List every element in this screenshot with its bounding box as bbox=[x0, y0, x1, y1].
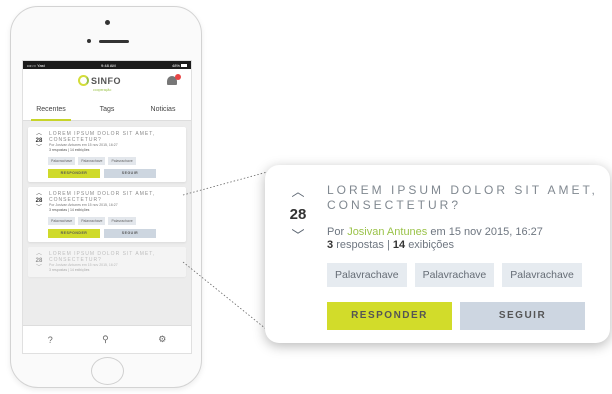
vote-count: 28 bbox=[35, 138, 43, 144]
tag-chip[interactable]: Palavrachave bbox=[78, 157, 106, 165]
battery-icon bbox=[180, 63, 187, 67]
tag-list: Palavrachave Palavrachave Palavrachave bbox=[48, 217, 182, 225]
tag-chip[interactable]: Palavrachave bbox=[414, 263, 495, 287]
tab-noticias[interactable]: Noticias bbox=[135, 101, 191, 120]
meta-prefix: Por bbox=[327, 226, 345, 238]
downvote-icon[interactable]: ﹀ bbox=[36, 145, 42, 151]
settings-icon[interactable]: ⚙ bbox=[158, 334, 166, 345]
app-logo: SINFO bbox=[78, 75, 121, 86]
question-title[interactable]: LOREM IPSUM DOLOR SIT AMET, CONSECTETUR? bbox=[49, 191, 182, 203]
phone-speaker bbox=[99, 40, 129, 43]
question-feed: ︿ 28 ﹀ LOREM IPSUM DOLOR SIT AMET, CONSE… bbox=[23, 121, 191, 288]
follow-button[interactable]: SEGUIR bbox=[104, 229, 156, 238]
question-actions: RESPONDER SEGUIR bbox=[327, 302, 585, 330]
meta-date: em 15 nov 2015, 16:27 bbox=[430, 226, 543, 238]
downvote-icon[interactable]: ﹀ bbox=[36, 205, 42, 211]
app-header: SINFO cooperação bbox=[23, 69, 191, 101]
question-stats: 3 respostas | 14 exibições bbox=[327, 239, 454, 251]
phone-camera bbox=[105, 20, 110, 25]
help-icon[interactable]: ? bbox=[48, 335, 53, 345]
upvote-icon[interactable]: ︿ bbox=[281, 185, 315, 199]
phone-frame: •••○○ Yast 9:48 AM 48% SINFO cooperação … bbox=[10, 6, 202, 388]
stats-divider: | bbox=[386, 239, 390, 251]
vote-count: 28 bbox=[35, 198, 43, 204]
search-icon[interactable]: ⚲ bbox=[102, 334, 109, 345]
downvote-icon[interactable]: ﹀ bbox=[36, 265, 42, 271]
vote-count: 28 bbox=[289, 206, 307, 223]
tag-chip[interactable]: Palavrachave bbox=[108, 157, 136, 165]
views-label: exibições bbox=[408, 239, 455, 251]
question-title[interactable]: LOREM IPSUM DOLOR SIT AMET, CONSECTETUR? bbox=[327, 183, 607, 213]
follow-button[interactable]: SEGUIR bbox=[460, 302, 585, 330]
home-button[interactable] bbox=[91, 357, 124, 385]
logo-subtitle: cooperação bbox=[93, 88, 112, 92]
question-title[interactable]: LOREM IPSUM DOLOR SIT AMET, CONSECTETUR? bbox=[49, 251, 182, 263]
vote-control: ︿ 28 ﹀ bbox=[32, 251, 46, 273]
zoomed-question-card[interactable]: ︿ 28 ﹀ LOREM IPSUM DOLOR SIT AMET, CONSE… bbox=[265, 165, 610, 343]
tab-bar: Recentes Tags Noticias bbox=[23, 101, 191, 121]
tag-chip[interactable]: Palavrachave bbox=[502, 263, 582, 287]
reply-button[interactable]: RESPONDER bbox=[48, 169, 100, 178]
tag-list: Palavrachave Palavrachave Palavrachave bbox=[327, 263, 582, 287]
answers-label: respostas bbox=[336, 239, 384, 251]
phone-sensor bbox=[87, 39, 91, 43]
author-link[interactable]: Josivan Antunes bbox=[347, 226, 427, 238]
question-card[interactable]: ︿ 28 ﹀ LOREM IPSUM DOLOR SIT AMET, CONSE… bbox=[28, 247, 186, 277]
question-meta: Por Josivan Antunes em 15 nov 2015, 16:2… bbox=[327, 226, 543, 238]
logo-text: SINFO bbox=[91, 75, 122, 86]
follow-button[interactable]: SEGUIR bbox=[104, 169, 156, 178]
clock-label: 9:48 AM bbox=[101, 62, 116, 68]
stage: •••○○ Yast 9:48 AM 48% SINFO cooperação … bbox=[0, 0, 612, 394]
reply-button[interactable]: RESPONDER bbox=[327, 302, 452, 330]
tag-chip[interactable]: Palavrachave bbox=[108, 217, 136, 225]
downvote-icon[interactable]: ﹀ bbox=[281, 229, 315, 243]
phone-screen: •••○○ Yast 9:48 AM 48% SINFO cooperação … bbox=[22, 60, 192, 354]
logo-icon bbox=[78, 75, 89, 86]
tag-chip[interactable]: Palavrachave bbox=[78, 217, 106, 225]
vote-control: ︿ 28 ﹀ bbox=[32, 131, 46, 153]
tab-tags[interactable]: Tags bbox=[79, 101, 135, 120]
question-card[interactable]: ︿ 28 ﹀ LOREM IPSUM DOLOR SIT AMET, CONSE… bbox=[28, 187, 186, 242]
tab-recentes[interactable]: Recentes bbox=[23, 101, 79, 121]
tag-chip[interactable]: Palavrachave bbox=[48, 157, 76, 165]
tag-chip[interactable]: Palavrachave bbox=[327, 263, 407, 287]
notification-badge bbox=[175, 74, 181, 80]
question-stats: 3 respostas | 14 exibições bbox=[49, 268, 90, 272]
reply-button[interactable]: RESPONDER bbox=[48, 229, 100, 238]
status-bar: •••○○ Yast 9:48 AM 48% bbox=[23, 61, 191, 69]
battery-indicator: 48% bbox=[172, 63, 187, 68]
vote-control: ︿ 28 ﹀ bbox=[32, 191, 46, 213]
question-stats: 3 respostas | 14 exibições bbox=[49, 208, 90, 212]
vote-count: 28 bbox=[35, 258, 43, 264]
tag-chip[interactable]: Palavrachave bbox=[48, 217, 76, 225]
views-count: 14 bbox=[392, 239, 406, 251]
vote-control: ︿ 28 ﹀ bbox=[281, 185, 315, 243]
bottom-nav: ? ⚲ ⚙ bbox=[23, 325, 191, 353]
question-stats: 3 respostas | 14 exibições bbox=[49, 148, 90, 152]
question-title[interactable]: LOREM IPSUM DOLOR SIT AMET, CONSECTETUR? bbox=[49, 131, 182, 143]
question-card[interactable]: ︿ 28 ﹀ LOREM IPSUM DOLOR SIT AMET, CONSE… bbox=[28, 127, 186, 182]
carrier-label: •••○○ Yast bbox=[27, 62, 45, 68]
tag-list: Palavrachave Palavrachave Palavrachave bbox=[48, 157, 182, 165]
answers-count: 3 bbox=[327, 239, 334, 251]
